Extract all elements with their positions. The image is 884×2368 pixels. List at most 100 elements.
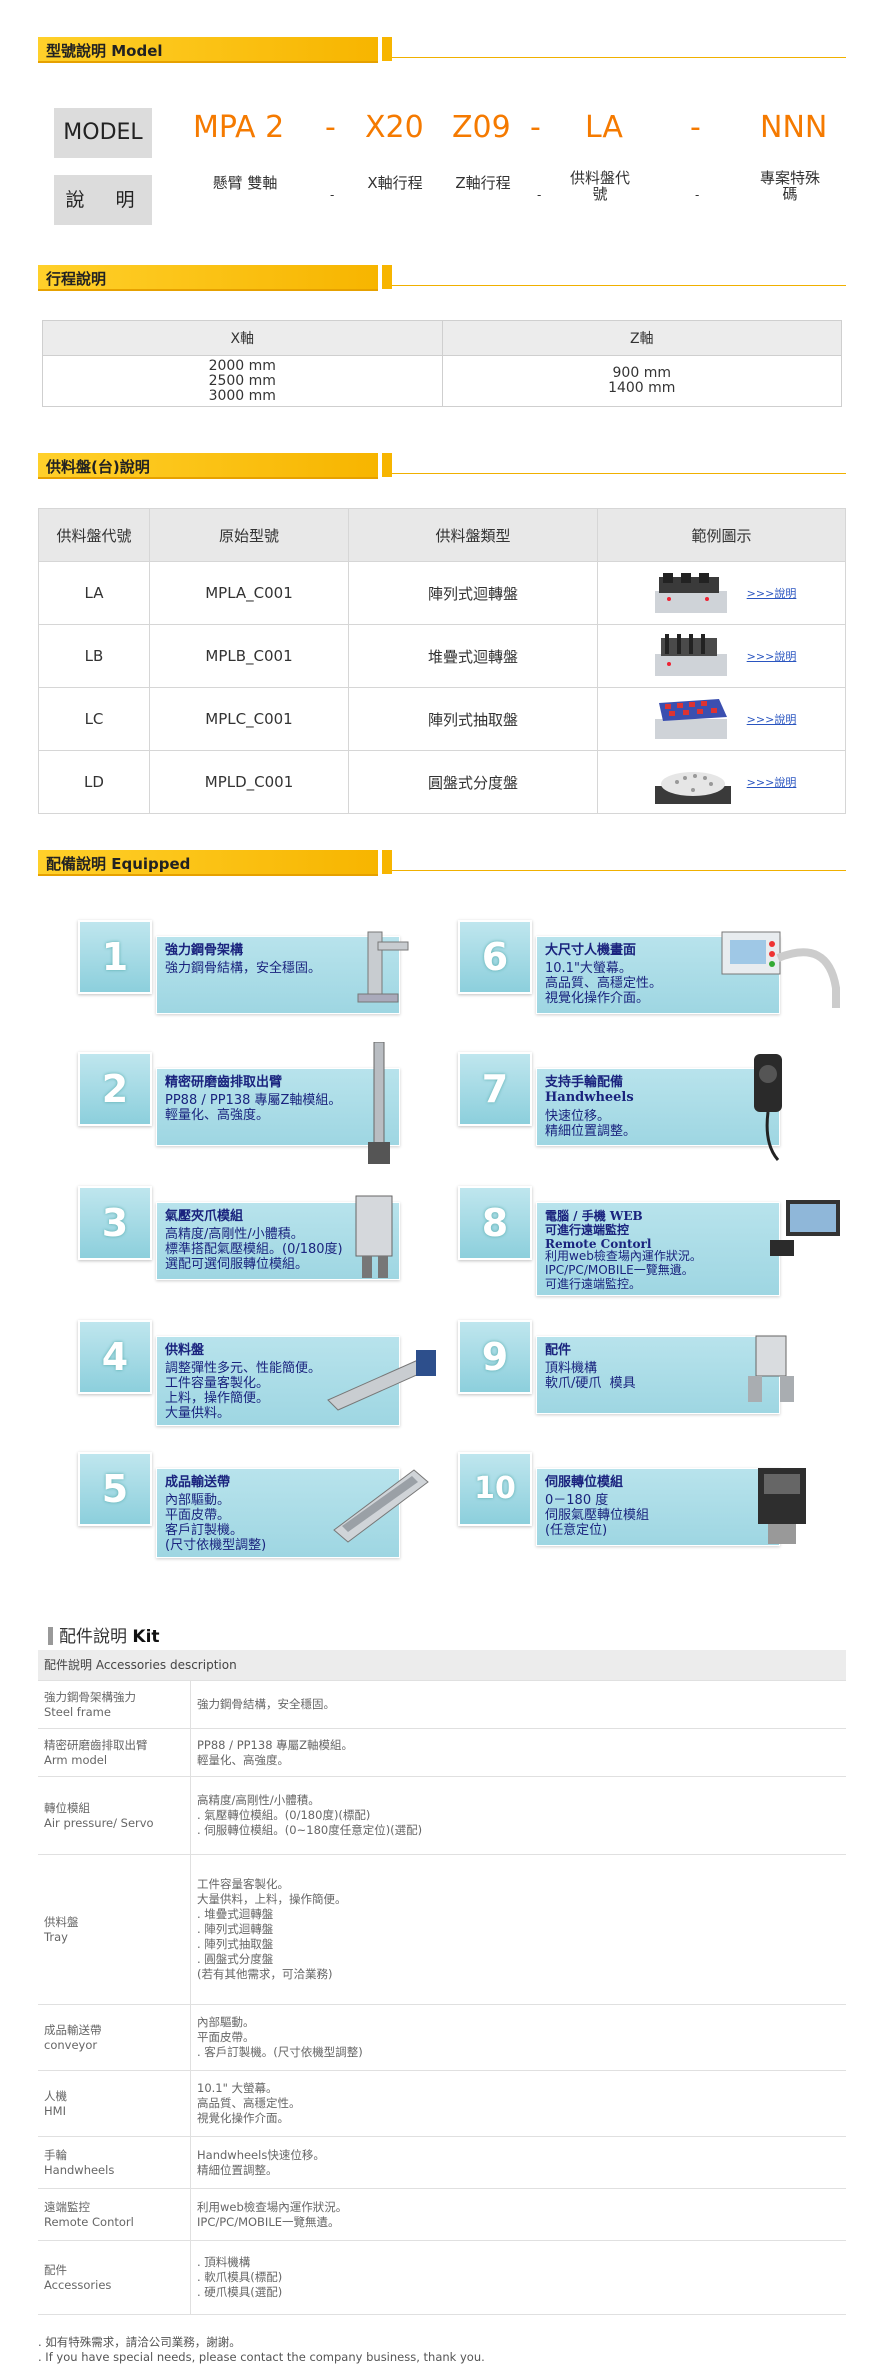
- card-title: 精密研磨齒排取出臂: [165, 1075, 283, 1090]
- arm-image: [368, 1042, 390, 1164]
- kit-value: 工件容量客製化。 大量供料，上料，操作簡便。 . 堆疊式迴轉盤 . 陣列式迴轉盤…: [190, 1854, 846, 2005]
- tray-lb-link[interactable]: >>>說明: [747, 648, 797, 664]
- kit-key: 人機 HMI: [38, 2070, 191, 2137]
- code-special: NNN: [760, 110, 828, 145]
- stroke-section-title: 行程說明: [46, 270, 107, 288]
- table-row: LB MPLB_C001 堆疊式迴轉盤 >>>說明: [38, 624, 846, 688]
- tray-model: MPLD_C001: [149, 750, 349, 814]
- card-body: 0－180 度 伺服氣壓轉位模組 (任意定位): [545, 1493, 650, 1538]
- handwheel-image: [754, 1054, 782, 1161]
- card-body: 利用web檢查場內運作狀況。 IPC/PC/MOBILE一覽無遺。 可進行遠端監…: [545, 1249, 702, 1291]
- kit-value: PP88 / PP138 專屬Z軸模組。 輕量化、高強度。: [190, 1728, 846, 1777]
- desc-special: 專案特殊碼: [759, 169, 820, 203]
- stroke-section-header: 行程說明: [38, 265, 846, 293]
- model-label: MODEL: [54, 108, 152, 158]
- kit-key: 強力鋼骨架構強力 Steel frame: [38, 1680, 191, 1729]
- stroke-header-x: X軸: [42, 320, 443, 356]
- tray-model: MPLB_C001: [149, 624, 349, 688]
- card-title: 供料盤: [165, 1343, 205, 1358]
- tray-lc-image: [654, 699, 727, 739]
- desc-series: 懸臂 雙軸: [212, 174, 278, 192]
- card-title: 大尺寸人機畫面: [545, 943, 637, 958]
- code-x: X20: [365, 110, 424, 145]
- kit-key: 轉位模組 Air pressure/ Servo: [38, 1776, 191, 1855]
- kit-key: 精密研磨齒排取出臂 Arm model: [38, 1728, 191, 1777]
- footer-note-en: . If you have special needs, please cont…: [38, 2350, 485, 2364]
- remote-pc-image: [770, 1200, 840, 1256]
- kit-value: . 頂料機構 . 軟爪模具(標配) . 硬爪模具(選配): [190, 2240, 846, 2315]
- tray-model: MPLA_C001: [149, 561, 349, 625]
- card-number: 5: [78, 1452, 152, 1526]
- tray-lc-link[interactable]: >>>說明: [747, 711, 797, 727]
- equipped-section-header: 配備說明 Equipped: [38, 850, 846, 878]
- tray-code: LC: [38, 687, 150, 751]
- card-number: 1: [78, 920, 152, 994]
- kit-title-en: Kit: [132, 1627, 160, 1647]
- kit-section-title: 配件說明 Kit: [48, 1622, 160, 1647]
- code-z: Z09: [452, 110, 511, 145]
- tray-ld-image: [654, 772, 731, 804]
- kit-header: 配件說明 Accessories description: [38, 1650, 846, 1681]
- desc-x: X軸行程: [367, 174, 423, 192]
- table-row: LD MPLD_C001 圓盤式分度盤 >>>說明: [38, 750, 846, 814]
- kit-key: 成品輸送帶 conveyor: [38, 2004, 191, 2071]
- stroke-header-z: Z軸: [441, 320, 842, 356]
- kit-value: 利用web檢查場內運作狀況。 IPC/PC/MOBILE一覽無遺。: [190, 2188, 846, 2241]
- card-body: PP88 / PP138 專屬Z軸模組。 輕量化、高強度。: [165, 1093, 342, 1123]
- equipped-card-4: 4 供料盤 調整彈性多元、性能簡便。 工件容量客製化。 上料，操作簡便。 大量供…: [78, 1320, 436, 1426]
- table-row: 轉位模組 Air pressure/ Servo 高精度/高剛性/小體積。 . 氣…: [38, 1776, 846, 1855]
- table-row: 成品輸送帶 conveyor 內部驅動。 平面皮帶。 . 客戶訂製機。(尺寸依機型…: [38, 2004, 846, 2071]
- card-body: 頂料機構 軟爪/硬爪 模具: [545, 1361, 636, 1391]
- code-series: MPA 2: [193, 110, 285, 145]
- card-body: 高精度/高剛性/小體積。 標準搭配氣壓模組。(0/180度) 選配可選伺服轉位模…: [165, 1227, 343, 1272]
- equipped-card-10: 10 伺服轉位模組 0－180 度 伺服氣壓轉位模組 (任意定位): [458, 1452, 806, 1552]
- table-row: 配件 Accessories. 頂料機構 . 軟爪模具(標配) . 硬爪模具(選…: [38, 2240, 846, 2315]
- desc-z: Z軸行程: [455, 174, 511, 192]
- tray-la-link[interactable]: >>>說明: [747, 585, 797, 601]
- equipped-card-9: 9 配件 頂料機構 軟爪/硬爪 模具: [458, 1320, 794, 1420]
- stroke-table: X軸 Z軸 2000 mm 2500 mm 3000 mm 900 mm 140…: [42, 320, 842, 407]
- card-number: 3: [78, 1186, 152, 1260]
- desc-label: 說 明: [54, 175, 152, 225]
- tray-type: 堆疊式迴轉盤: [348, 624, 598, 688]
- tray-header-image: 範例圖示: [597, 508, 846, 562]
- tray-code: LD: [38, 750, 150, 814]
- kit-value: Handwheels快速位移。 精細位置調整。: [190, 2136, 846, 2189]
- card-body: 10.1"大螢幕。 高品質、高穩定性。 視覺化操作介面。: [545, 961, 663, 1006]
- servo-module-image: [758, 1468, 806, 1544]
- desc-dash: -: [695, 188, 700, 202]
- code-dash: -: [690, 110, 701, 145]
- card-title: 成品輸送帶: [165, 1475, 231, 1490]
- tray-lb-image: [654, 634, 727, 676]
- card-body: 調整彈性多元、性能簡便。 工件容量客製化。 上料，操作簡便。 大量供料。: [165, 1361, 322, 1421]
- table-row: LC MPLC_C001 陣列式抽取盤 >>>說明: [38, 687, 846, 751]
- stroke-z-values: 900 mm 1400 mm: [441, 355, 842, 407]
- stroke-x-values: 2000 mm 2500 mm 3000 mm: [42, 355, 443, 407]
- card-body: 內部驅動。 平面皮帶。 客戶訂製機。 (尺寸依機型調整): [165, 1493, 267, 1553]
- equipped-card-8: 8 電腦 / 手機 WEB 可進行遠端監控 Remote Contorl 利用w…: [458, 1186, 840, 1296]
- kit-key: 配件 Accessories: [38, 2240, 191, 2315]
- tray-image: [327, 1350, 436, 1411]
- table-row: 人機 HMI 10.1" 大螢幕。 高品質、高穩定性。 視覺化操作介面。: [38, 2070, 846, 2137]
- card-number: 4: [78, 1320, 152, 1394]
- hmi-image: [721, 931, 840, 1008]
- kit-key: 手輪 Handwheels: [38, 2136, 191, 2189]
- equipped-card-1: 1 強力鋼骨架構 強力鋼骨結構，安全穩固。: [78, 920, 409, 1020]
- desc-dash: -: [330, 188, 335, 202]
- tray-type: 圓盤式分度盤: [348, 750, 598, 814]
- code-dash: -: [530, 110, 541, 145]
- equipped-card-2: 2 精密研磨齒排取出臂 PP88 / PP138 專屬Z軸模組。 輕量化、高強度…: [78, 1042, 408, 1164]
- table-row: 遠端監控 Remote Contorl 利用web檢查場內運作狀況。 IPC/PC…: [38, 2188, 846, 2241]
- desc-tray: 供料盤代號: [569, 169, 630, 203]
- code-tray: LA: [585, 110, 623, 145]
- tray-ld-link[interactable]: >>>說明: [747, 774, 797, 790]
- model-section-header: 型號說明 Model: [38, 37, 846, 65]
- code-dash: -: [325, 110, 336, 145]
- kit-key: 供料盤 Tray: [38, 1854, 191, 2005]
- card-title: 支持手輪配備 Handwheels: [545, 1075, 634, 1105]
- card-title: 氣壓夾爪模組: [165, 1209, 244, 1224]
- table-row: 強力鋼骨架構強力 Steel frame 強力鋼骨結構，安全穩固。: [38, 1680, 846, 1729]
- desc-dash: -: [537, 188, 542, 202]
- table-row: 精密研磨齒排取出臂 Arm model PP88 / PP138 專屬Z軸模組。 …: [38, 1728, 846, 1777]
- accessories-image: [748, 1335, 794, 1402]
